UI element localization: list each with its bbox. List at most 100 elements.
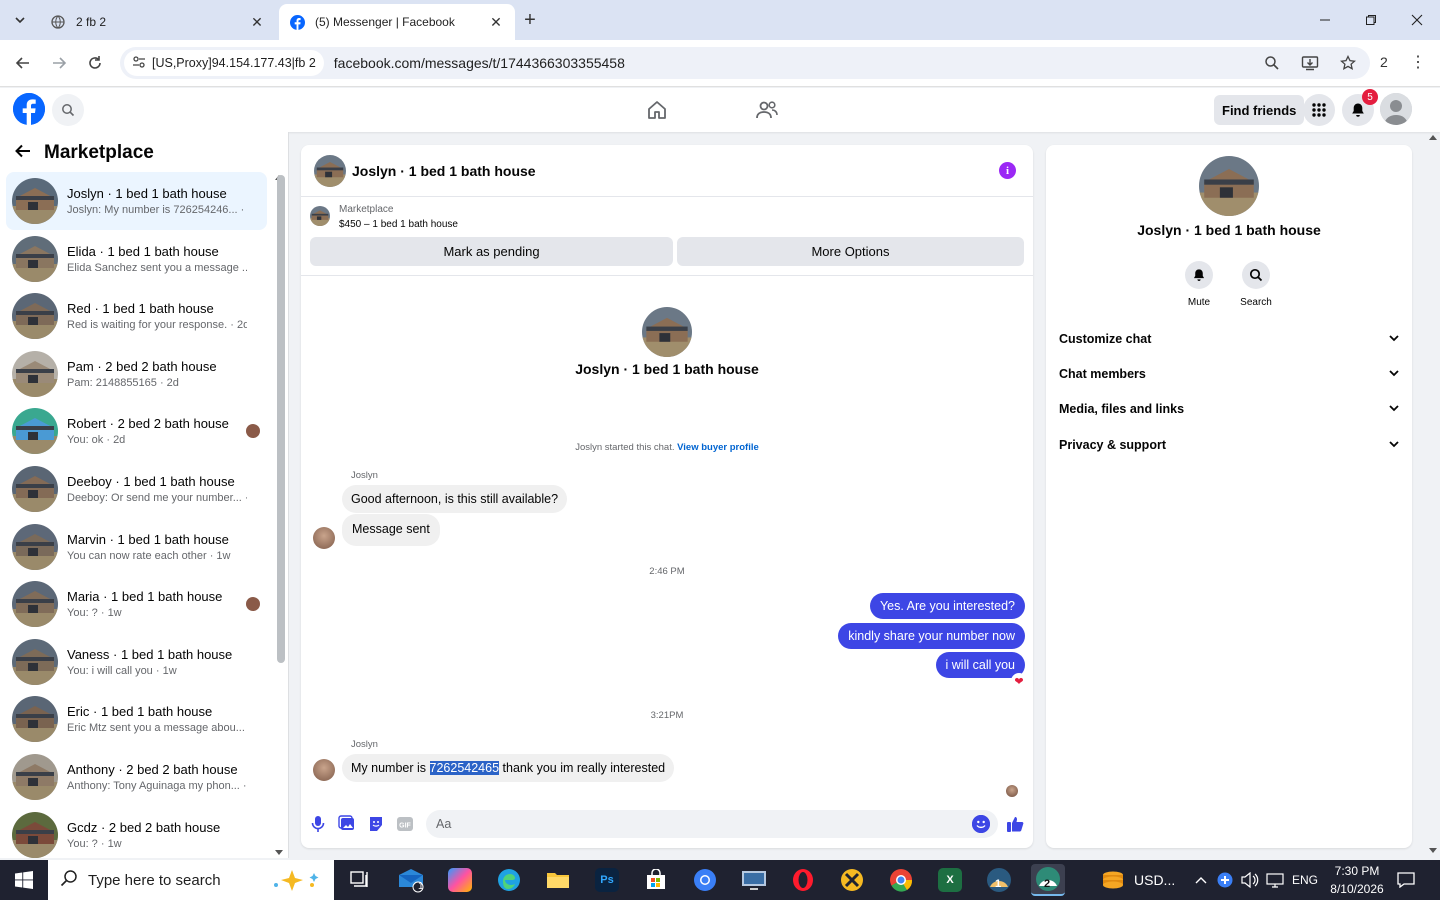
opera-app[interactable] — [786, 864, 820, 896]
edge-app[interactable] — [492, 864, 526, 896]
message-incoming[interactable]: Good afternoon, is this still available? — [342, 485, 568, 513]
language-indicator[interactable]: ENG — [1292, 860, 1318, 900]
chat-members-section[interactable]: Chat members — [1059, 364, 1399, 384]
address-bar[interactable]: [US,Proxy]94.154.177.43|fb 2 facebook.co… — [120, 47, 1370, 79]
mark-as-pending-button[interactable]: Mark as pending — [310, 237, 673, 266]
tab-search-button[interactable] — [8, 8, 32, 32]
copilot-app[interactable] — [443, 864, 477, 896]
find-friends-button[interactable]: Find friends — [1214, 95, 1305, 125]
thread-item[interactable]: Red · 1 bed 1 bath house Red is waiting f… — [6, 287, 267, 345]
thumbs-up-icon[interactable] — [1006, 815, 1024, 833]
customize-chat-section[interactable]: Customize chat — [1059, 329, 1399, 349]
chrome-app[interactable] — [688, 864, 722, 896]
message-outgoing[interactable]: Yes. Are you interested? — [869, 593, 1025, 619]
message-incoming[interactable]: Message sent — [342, 514, 440, 546]
view-buyer-profile-link[interactable]: View buyer profile — [677, 442, 759, 453]
thread-item[interactable]: Marvin · 1 bed 1 bath house You can now r… — [6, 518, 267, 576]
message-outgoing[interactable]: kindly share your number now — [838, 623, 1025, 649]
minimize-button[interactable] — [1302, 0, 1348, 40]
restore-button[interactable] — [1348, 0, 1394, 40]
task-view-button[interactable] — [343, 864, 377, 896]
details-avatar[interactable] — [1199, 156, 1259, 216]
mail-app[interactable]: 1 — [394, 864, 428, 896]
sender-avatar[interactable] — [313, 759, 335, 781]
browser-window-1[interactable]: 1 — [982, 864, 1016, 896]
emoji-icon[interactable] — [972, 815, 990, 833]
facebook-search-button[interactable] — [52, 94, 84, 126]
back-arrow-icon[interactable] — [14, 143, 36, 164]
store-app[interactable] — [639, 864, 673, 896]
more-options-button[interactable]: More Options — [677, 237, 1024, 266]
browser-tab-messenger[interactable]: (5) Messenger | Facebook ✕ — [279, 4, 515, 40]
thread-item[interactable]: Robert · 2 bed 2 bath house You: ok · 2d — [6, 402, 267, 460]
thread-item[interactable]: Elida · 1 bed 1 bath house Elida Sanchez … — [6, 230, 267, 288]
install-app-icon[interactable] — [1300, 53, 1320, 73]
sidebar-scroll-thumb[interactable] — [277, 175, 285, 663]
media-files-links-section[interactable]: Media, files and links — [1059, 399, 1399, 419]
mute-button[interactable]: Mute — [1169, 261, 1229, 308]
close-tab-icon[interactable]: ✕ — [248, 13, 266, 31]
message-input[interactable]: Aa — [426, 810, 998, 838]
heart-reaction-icon[interactable]: ❤ — [1011, 673, 1027, 689]
site-info-chip[interactable]: [US,Proxy]94.154.177.43|fb 2 — [124, 50, 324, 76]
tray-sync-icon[interactable] — [1217, 860, 1233, 900]
sticker-icon[interactable] — [367, 815, 385, 833]
thread-item[interactable]: Joslyn · 1 bed 1 bath house Joslyn: My nu… — [6, 172, 267, 230]
url-text[interactable]: facebook.com/messages/t/1744366303355458 — [334, 55, 625, 71]
thread-item[interactable]: Eric · 1 bed 1 bath house Eric Mtz sent y… — [6, 690, 267, 748]
chrome-app-2[interactable] — [884, 864, 918, 896]
system-clock[interactable]: 7:30 PM 8/10/2026 — [1322, 862, 1392, 898]
photo-icon[interactable] — [338, 815, 356, 833]
bookmark-star-icon[interactable] — [1338, 53, 1358, 73]
remote-desktop-app[interactable] — [737, 864, 771, 896]
excel-app[interactable]: X — [933, 864, 967, 896]
browser-tab-fb2[interactable]: 2 fb 2 ✕ — [40, 4, 276, 40]
close-tab-icon[interactable]: ✕ — [487, 13, 505, 31]
message-outgoing[interactable]: i will call you — [935, 652, 1025, 678]
gif-icon[interactable]: GIF — [396, 815, 414, 833]
new-tab-button[interactable]: + — [519, 9, 541, 31]
info-icon[interactable]: i — [999, 162, 1016, 179]
page-scrollbar[interactable] — [1426, 132, 1440, 858]
browser-window-2[interactable]: 2 — [1031, 864, 1065, 896]
privacy-support-section[interactable]: Privacy & support — [1059, 435, 1399, 455]
reload-button[interactable] — [83, 51, 107, 75]
sender-avatar[interactable] — [313, 527, 335, 549]
notification-center-button[interactable] — [1397, 860, 1415, 900]
thread-item[interactable]: Pam · 2 bed 2 bath house Pam: 2148855165 … — [6, 345, 267, 403]
thread-item[interactable]: Maria · 1 bed 1 bath house You: ? · 1w — [6, 575, 267, 633]
search-highlight-icon[interactable] — [264, 867, 324, 897]
search-in-conversation-button[interactable]: Search — [1226, 261, 1286, 308]
zoom-icon[interactable] — [1262, 53, 1282, 73]
thread-item[interactable]: Vaness · 1 bed 1 bath house You: i will c… — [6, 633, 267, 691]
listing-price-title[interactable]: $450 – 1 bed 1 bath house — [339, 219, 458, 230]
friends-nav-button[interactable] — [755, 98, 779, 122]
home-nav-button[interactable] — [645, 98, 669, 122]
thread-item[interactable]: Anthony · 2 bed 2 bath house Anthony: Ton… — [6, 748, 267, 806]
photoshop-app[interactable]: Ps — [590, 864, 624, 896]
message-incoming[interactable]: My number is 7262542465 thank you im rea… — [342, 754, 675, 782]
browser-menu-icon[interactable]: ⋮ — [1410, 52, 1426, 72]
thread-item[interactable]: Deeboy · 1 bed 1 bath house Deeboy: Or se… — [6, 460, 267, 518]
listing-thumbnail[interactable] — [310, 206, 330, 226]
microphone-icon[interactable] — [309, 815, 327, 833]
close-window-button[interactable] — [1394, 0, 1440, 40]
taskbar-search-box[interactable]: Type here to search — [48, 860, 334, 900]
menu-button[interactable] — [1303, 94, 1335, 126]
volume-icon[interactable] — [1241, 860, 1259, 900]
conversation-avatar[interactable] — [314, 154, 346, 187]
thread-item[interactable]: Gcdz · 2 bed 2 bath house You: ? · 1w — [6, 806, 267, 858]
profile-count[interactable]: 2 — [1380, 54, 1388, 70]
start-button[interactable] — [0, 860, 48, 900]
conversation-title[interactable]: Joslyn · 1 bed 1 bath house — [352, 163, 536, 179]
back-button[interactable] — [11, 51, 35, 75]
currency-widget[interactable]: USD... — [1100, 860, 1175, 900]
network-icon[interactable] — [1266, 860, 1284, 900]
vpn-app[interactable] — [835, 864, 869, 896]
file-explorer-app[interactable] — [541, 864, 575, 896]
highlighted-phone-number[interactable]: 7262542465 — [429, 761, 500, 775]
account-avatar[interactable] — [1380, 93, 1412, 125]
show-hidden-icons[interactable] — [1195, 860, 1207, 900]
facebook-logo-icon[interactable] — [13, 93, 45, 125]
forward-button[interactable] — [47, 51, 71, 75]
